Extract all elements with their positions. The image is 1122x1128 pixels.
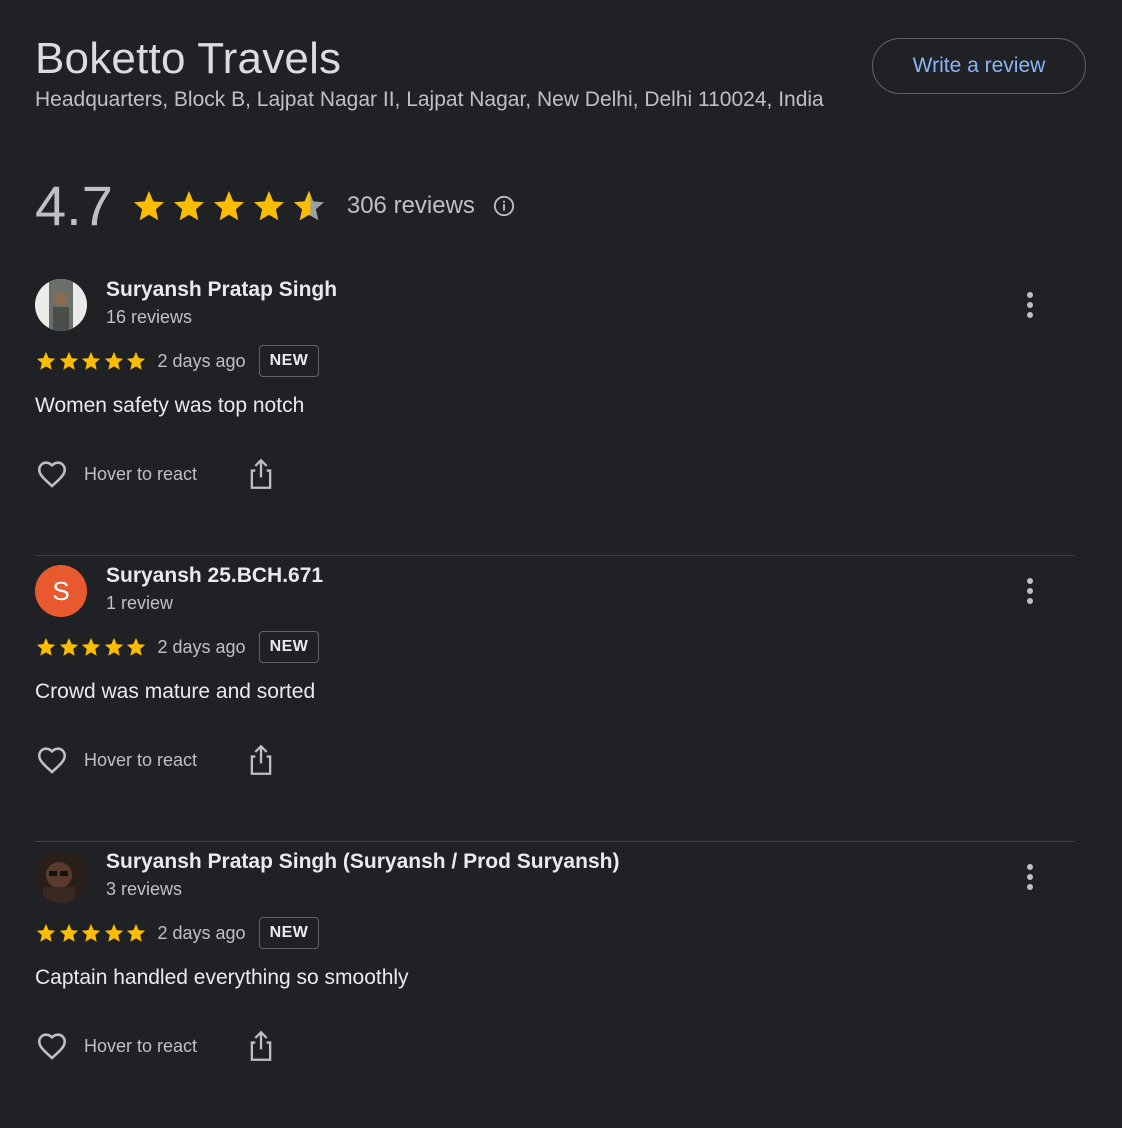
review-item: S Suryansh 25.BCH.671 1 review 2 days ag…	[35, 556, 1075, 842]
star-icon	[81, 637, 101, 656]
share-icon[interactable]	[247, 744, 275, 776]
avatar[interactable]	[35, 279, 87, 331]
reviewer-name[interactable]: Suryansh Pratap Singh (Suryansh / Prod S…	[106, 850, 619, 874]
star-icon	[36, 923, 56, 942]
review-time: 2 days ago	[157, 350, 246, 371]
reviewer-review-count: 1 review	[106, 593, 174, 613]
star-icon	[59, 351, 78, 370]
star-icon	[81, 923, 101, 942]
react-label[interactable]: Hover to react	[84, 1036, 197, 1057]
reviewer-name[interactable]: Suryansh 25.BCH.671	[106, 564, 323, 588]
reviewer-review-count: 3 reviews	[106, 879, 183, 899]
share-icon[interactable]	[247, 1030, 275, 1062]
avatar[interactable]: S	[35, 565, 87, 617]
star-icon	[173, 191, 204, 221]
react-label[interactable]: Hover to react	[84, 750, 197, 771]
place-header: Boketto Travels Headquarters, Block B, L…	[35, 0, 1090, 160]
review-time: 2 days ago	[157, 636, 246, 657]
review-meta: 2 days ago NEW	[35, 630, 320, 664]
review-stars	[35, 636, 148, 658]
review-stars	[35, 350, 148, 372]
new-badge: NEW	[258, 631, 320, 663]
star-icon	[126, 923, 146, 942]
review-list: Suryansh Pratap Singh 16 reviews 2 days …	[35, 270, 1075, 1128]
star-half-icon	[293, 191, 324, 221]
new-badge: NEW	[258, 917, 320, 949]
place-title: Boketto Travels	[35, 34, 342, 83]
more-vert-icon[interactable]	[1020, 576, 1040, 606]
star-icon	[104, 923, 123, 942]
review-text: Crowd was mature and sorted	[35, 680, 316, 703]
review-item: Suryansh Pratap Singh (Suryansh / Prod S…	[35, 842, 1075, 1128]
heart-outline-icon[interactable]	[35, 457, 69, 491]
review-meta: 2 days ago NEW	[35, 916, 320, 950]
review-text: Women safety was top notch	[35, 394, 305, 417]
avatar[interactable]	[35, 851, 87, 903]
review-meta: 2 days ago NEW	[35, 344, 320, 378]
review-actions: Hover to react	[35, 456, 275, 492]
review-actions: Hover to react	[35, 742, 275, 778]
star-icon	[104, 351, 123, 370]
star-icon	[36, 351, 56, 370]
share-icon[interactable]	[247, 458, 275, 490]
heart-outline-icon[interactable]	[35, 1029, 69, 1063]
avatar-photo-icon	[35, 851, 87, 903]
place-address: Headquarters, Block B, Lajpat Nagar II, …	[35, 88, 824, 111]
review-time: 2 days ago	[157, 922, 246, 943]
star-icon	[133, 191, 164, 221]
info-icon[interactable]	[493, 195, 515, 217]
rating-summary: 4.7 306 reviews	[35, 174, 515, 238]
star-icon	[253, 191, 284, 221]
avatar-photo-icon	[35, 279, 87, 331]
reviewer-review-count: 16 reviews	[106, 307, 193, 327]
star-icon	[104, 637, 123, 656]
average-rating: 4.7	[35, 174, 113, 237]
reviewer-name[interactable]: Suryansh Pratap Singh	[106, 278, 337, 302]
review-text: Captain handled everything so smoothly	[35, 966, 409, 989]
review-actions: Hover to react	[35, 1028, 275, 1064]
write-review-button[interactable]: Write a review	[872, 38, 1086, 94]
star-icon	[59, 637, 78, 656]
star-icon	[126, 637, 146, 656]
review-item: Suryansh Pratap Singh 16 reviews 2 days …	[35, 270, 1075, 556]
star-icon	[81, 351, 101, 370]
more-vert-icon[interactable]	[1020, 862, 1040, 892]
star-icon	[36, 637, 56, 656]
react-label[interactable]: Hover to react	[84, 464, 197, 485]
new-badge: NEW	[258, 345, 320, 377]
more-vert-icon[interactable]	[1020, 290, 1040, 320]
reviews-panel: Boketto Travels Headquarters, Block B, L…	[35, 0, 1090, 1061]
star-icon	[59, 923, 78, 942]
total-reviews-count: 306 reviews	[346, 192, 475, 219]
star-icon	[126, 351, 146, 370]
star-icon	[213, 191, 244, 221]
average-stars	[131, 188, 331, 224]
heart-outline-icon[interactable]	[35, 743, 69, 777]
review-stars	[35, 922, 148, 944]
